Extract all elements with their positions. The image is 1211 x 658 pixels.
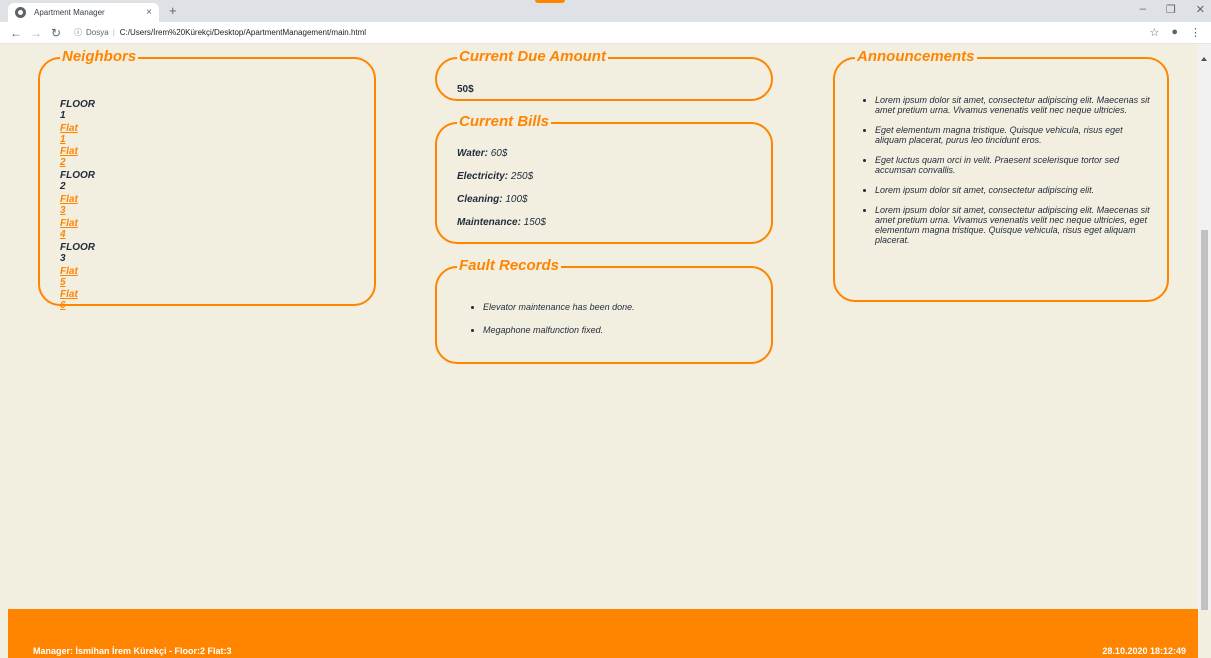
floor-label-2: FLOOR 2: [60, 170, 95, 192]
neighbors-title: Neighbors: [60, 48, 139, 65]
neighbors-panel: Neighbors FLOOR 1 Flat 1 Flat 2 FLOOR 2 …: [38, 49, 376, 311]
announcements-title: Announcements: [855, 48, 977, 65]
bill-value: 150$: [520, 217, 546, 228]
current-bills-title: Current Bills: [457, 113, 552, 130]
address-bar: ← → ↻ ⓘ Dosya | C:/Users/İrem%20Kürekçi/…: [0, 22, 1211, 44]
bill-value: 250$: [508, 171, 534, 182]
forward-arrow-icon[interactable]: →: [28, 26, 44, 40]
due-amount-value: 50$: [457, 84, 474, 95]
announcements-list: Lorem ipsum dolor sit amet, consectetur …: [875, 95, 1153, 245]
bill-cleaning: Cleaning: 100$: [457, 194, 528, 205]
browser-tab[interactable]: Apartment Manager ×: [8, 3, 159, 22]
flat-link-2[interactable]: Flat 2: [60, 146, 78, 168]
restore-button[interactable]: ❐: [1166, 3, 1176, 16]
bookmark-star-icon[interactable]: ☆: [1149, 26, 1159, 39]
page-scrollbar[interactable]: [1198, 44, 1211, 610]
bill-water: Water: 60$: [457, 148, 507, 159]
bill-label: Maintenance:: [457, 217, 521, 228]
bill-value: 100$: [502, 194, 528, 205]
bill-maintenance: Maintenance: 150$: [457, 217, 546, 228]
manager-info: Manager: İsmihan İrem Kürekçi - Floor:2 …: [33, 646, 232, 656]
url-text[interactable]: C:/Users/İrem%20Kürekçi/Desktop/Apartmen…: [120, 28, 366, 37]
bill-value: 60$: [487, 148, 508, 159]
url-separator: |: [112, 28, 115, 37]
fault-records-list: Elevator maintenance has been done. Mega…: [483, 302, 753, 335]
list-item: Eget luctus quam orci in velit. Praesent…: [875, 155, 1153, 175]
flat-link-3[interactable]: Flat 3: [60, 194, 78, 216]
tab-strip-indicator: [535, 0, 565, 3]
url-omnibox[interactable]: ⓘ Dosya | C:/Users/İrem%20Kürekçi/Deskto…: [74, 24, 1149, 42]
list-item: Lorem ipsum dolor sit amet, consectetur …: [875, 185, 1153, 195]
url-scheme-label: Dosya: [86, 28, 109, 37]
back-arrow-icon[interactable]: ←: [8, 26, 24, 40]
flat-link-1[interactable]: Flat 1: [60, 123, 78, 145]
bill-label: Cleaning:: [457, 194, 503, 205]
floor-label-1: FLOOR 1: [60, 99, 95, 121]
list-item: Lorem ipsum dolor sit amet, consectetur …: [875, 205, 1153, 245]
footer-datetime: 28.10.2020 18:12:49: [1102, 646, 1186, 656]
bill-label: Water:: [457, 148, 488, 159]
browser-tab-bar: Apartment Manager × + – ❐ ✕: [0, 0, 1211, 22]
list-item: Elevator maintenance has been done.: [483, 302, 753, 312]
footer-bar: Manager: İsmihan İrem Kürekçi - Floor:2 …: [8, 609, 1198, 658]
reload-icon[interactable]: ↻: [48, 26, 64, 40]
flat-link-6[interactable]: Flat 6: [60, 289, 78, 311]
info-icon[interactable]: ⓘ: [74, 27, 82, 38]
fault-records-title: Fault Records: [457, 257, 562, 274]
list-item: Megaphone malfunction fixed.: [483, 325, 753, 335]
fault-records-panel: Fault Records Elevator maintenance has b…: [435, 258, 773, 364]
close-window-button[interactable]: ✕: [1196, 3, 1205, 16]
floor-label-3: FLOOR 3: [60, 242, 95, 264]
current-bills-panel: Current Bills Water: 60$ Electricity: 25…: [435, 114, 773, 244]
bill-electricity: Electricity: 250$: [457, 171, 533, 182]
minimize-button[interactable]: –: [1140, 3, 1146, 16]
due-amount-title: Current Due Amount: [457, 48, 608, 65]
new-tab-button[interactable]: +: [169, 3, 177, 19]
due-amount-panel: Current Due Amount 50$: [435, 49, 773, 101]
scroll-up-arrow-icon[interactable]: [1201, 57, 1207, 61]
announcements-panel: Announcements Lorem ipsum dolor sit amet…: [833, 49, 1169, 302]
tab-close-icon[interactable]: ×: [146, 7, 152, 18]
menu-kebab-icon[interactable]: ⋮: [1190, 26, 1201, 39]
list-item: Eget elementum magna tristique. Quisque …: [875, 125, 1153, 145]
bill-label: Electricity:: [457, 171, 509, 182]
profile-icon[interactable]: ●: [1171, 26, 1178, 39]
globe-icon: [15, 7, 26, 18]
flat-link-5[interactable]: Flat 5: [60, 266, 78, 288]
scroll-thumb[interactable]: [1201, 230, 1208, 610]
list-item: Lorem ipsum dolor sit amet, consectetur …: [875, 95, 1153, 115]
window-controls: – ❐ ✕: [1140, 3, 1205, 16]
address-bar-actions: ☆ ● ⋮: [1149, 26, 1201, 39]
tab-title: Apartment Manager: [34, 8, 105, 17]
flat-link-4[interactable]: Flat 4: [60, 218, 78, 240]
